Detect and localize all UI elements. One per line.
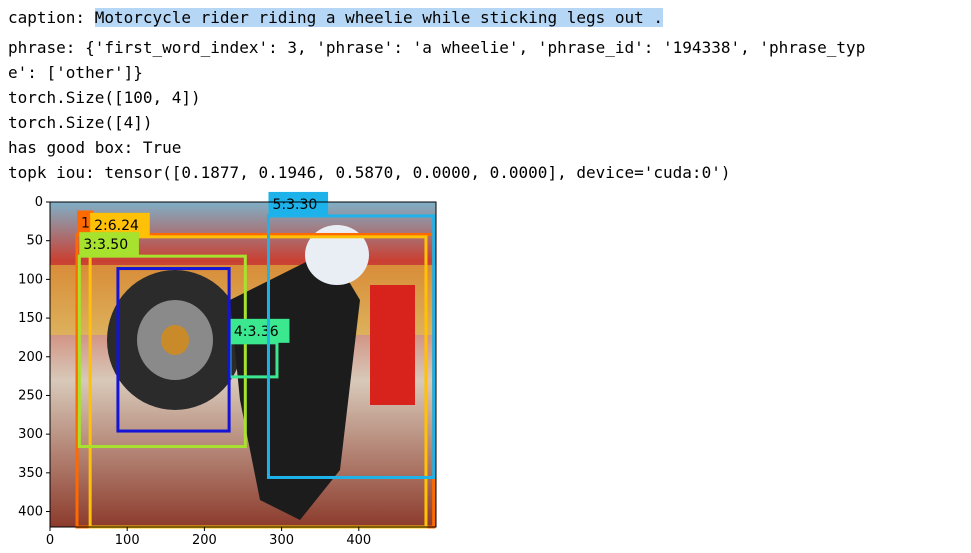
y-tick-label: 200 [18, 350, 43, 365]
x-tick-label: 100 [115, 533, 140, 548]
bbox-label: 4:3.36 [234, 324, 279, 340]
bbox-label: 3:3.50 [83, 237, 128, 253]
x-tick-label: 300 [269, 533, 294, 548]
bbox-label: 1 [81, 216, 90, 232]
x-tick-label: 0 [46, 533, 54, 548]
x-tick-label: 400 [346, 533, 371, 548]
y-tick-label: 100 [18, 272, 43, 287]
y-tick-label: 250 [18, 388, 43, 403]
bbox-label: 5:3.30 [272, 197, 317, 213]
y-tick-label: 350 [18, 466, 43, 481]
y-tick-label: 300 [18, 427, 43, 442]
y-tick-label: 0 [35, 195, 43, 210]
bbox-label: 2:6.24 [94, 218, 139, 234]
y-tick-label: 50 [26, 234, 43, 249]
x-tick-label: 200 [192, 533, 217, 548]
detection-plot: 1 2:6.243:3.504:3.365:3.30 0 100 200 300 4000… [18, 191, 437, 548]
y-tick-label: 150 [18, 311, 43, 326]
y-tick-label: 400 [18, 505, 43, 520]
